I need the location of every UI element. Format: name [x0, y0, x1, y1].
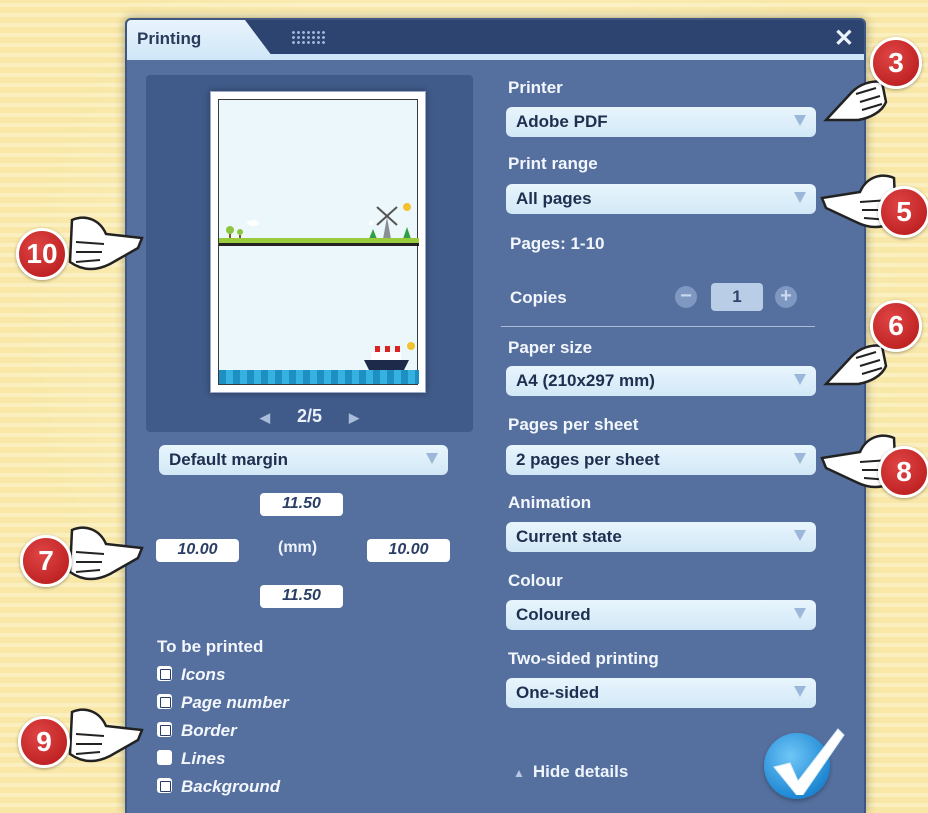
checkbox-background[interactable]: Background: [157, 777, 280, 797]
printer-select-value: Adobe PDF: [516, 112, 608, 131]
copies-decrement-button[interactable]: −: [675, 286, 697, 308]
checkbox-icon[interactable]: [157, 778, 172, 793]
checkbox-icon[interactable]: [157, 694, 172, 709]
chevron-down-icon: [794, 686, 806, 697]
callout-badge-7: 7: [20, 535, 72, 587]
page-divider: [219, 243, 419, 246]
callout-badge-8: 8: [878, 446, 928, 498]
prev-page-icon[interactable]: ◀: [260, 410, 270, 425]
printing-dialog: Printing ✕ ◀ 2/5 ▶ Default margin 11.50 …: [125, 18, 866, 813]
chevron-down-icon: [794, 115, 806, 126]
page-navigator: ◀ 2/5 ▶: [146, 406, 473, 427]
animation-select[interactable]: Current state: [506, 522, 816, 552]
divider: [501, 326, 815, 327]
margin-select-value: Default margin: [169, 450, 289, 469]
margin-top-input[interactable]: 11.50: [260, 493, 343, 516]
checkmark-icon: [773, 728, 845, 795]
confirm-print-button[interactable]: [764, 728, 845, 799]
checkbox-icon[interactable]: [157, 666, 172, 681]
callout-badge-5: 5: [878, 186, 928, 238]
page-indicator: 2/5: [296, 406, 323, 426]
checkbox-label: Background: [181, 777, 281, 796]
checkbox-icon[interactable]: [157, 750, 172, 765]
margin-unit: (mm): [278, 539, 318, 556]
pointing-hand-icon: [68, 216, 144, 271]
margin-left-input[interactable]: 10.00: [156, 539, 239, 562]
two-sided-select[interactable]: One-sided: [506, 678, 816, 708]
paper-size-label: Paper size: [508, 338, 593, 357]
paper-size-select-value: A4 (210x297 mm): [516, 371, 655, 390]
pages-per-sheet-select-value: 2 pages per sheet: [516, 450, 660, 469]
callout-badge-6: 6: [870, 300, 922, 352]
colour-select-value: Coloured: [516, 605, 591, 624]
chevron-down-icon: [426, 453, 438, 464]
drag-grip-icon[interactable]: [291, 30, 325, 44]
printer-select[interactable]: Adobe PDF: [506, 107, 816, 137]
paper-size-select[interactable]: A4 (210x297 mm): [506, 366, 816, 396]
margin-right-input[interactable]: 10.00: [367, 539, 450, 562]
checkbox-label: Border: [181, 721, 237, 740]
margin-bottom-input[interactable]: 11.50: [260, 585, 343, 608]
ship-illustration: [364, 342, 415, 370]
checkbox-label: Lines: [181, 749, 226, 768]
preview-sheet: [218, 99, 419, 385]
callout-badge-3: 3: [870, 37, 922, 89]
pages-per-sheet-select[interactable]: 2 pages per sheet: [506, 445, 816, 475]
checkbox-label: Page number: [181, 693, 289, 712]
two-sided-select-value: One-sided: [516, 683, 600, 702]
preview-page: [210, 91, 426, 393]
animation-select-value: Current state: [516, 527, 622, 546]
chevron-down-icon: [794, 192, 806, 203]
to-be-printed-heading: To be printed: [157, 637, 264, 656]
pages-per-sheet-label: Pages per sheet: [508, 415, 639, 434]
callout-badge-10: 10: [16, 228, 68, 280]
animation-label: Animation: [508, 493, 592, 512]
checkbox-icon[interactable]: [157, 722, 172, 737]
print-range-select[interactable]: All pages: [506, 184, 816, 214]
hide-details-label: Hide details: [532, 762, 629, 781]
chevron-down-icon: [794, 608, 806, 619]
sea-strip: [219, 370, 419, 384]
pointing-hand-icon: [68, 526, 144, 581]
chevron-down-icon: [794, 530, 806, 541]
chevron-down-icon: [794, 453, 806, 464]
checkbox-border[interactable]: Border: [157, 721, 237, 741]
checkbox-icons[interactable]: Icons: [157, 665, 225, 685]
checkbox-label: Icons: [181, 665, 226, 684]
print-range-select-value: All pages: [516, 189, 592, 208]
print-range-label: Print range: [508, 154, 598, 173]
two-sided-label: Two-sided printing: [508, 649, 659, 668]
pages-info: Pages: 1-10: [510, 234, 605, 253]
hide-details-toggle[interactable]: ▲ Hide details: [513, 762, 628, 782]
pointing-hand-icon: [68, 708, 144, 763]
margin-select[interactable]: Default margin: [159, 445, 448, 475]
triangle-up-icon: ▲: [513, 766, 525, 780]
callout-badge-9: 9: [18, 716, 70, 768]
copies-label: Copies: [510, 288, 567, 307]
next-page-icon[interactable]: ▶: [349, 410, 359, 425]
checkbox-lines[interactable]: Lines: [157, 749, 225, 769]
colour-select[interactable]: Coloured: [506, 600, 816, 630]
checkbox-page-number[interactable]: Page number: [157, 693, 289, 713]
copies-input[interactable]: 1: [711, 283, 763, 311]
copies-increment-button[interactable]: +: [775, 286, 797, 308]
colour-label: Colour: [508, 571, 563, 590]
print-preview: ◀ 2/5 ▶: [146, 75, 473, 432]
close-icon[interactable]: ✕: [834, 24, 854, 53]
printer-label: Printer: [508, 78, 563, 97]
chevron-down-icon: [794, 374, 806, 385]
